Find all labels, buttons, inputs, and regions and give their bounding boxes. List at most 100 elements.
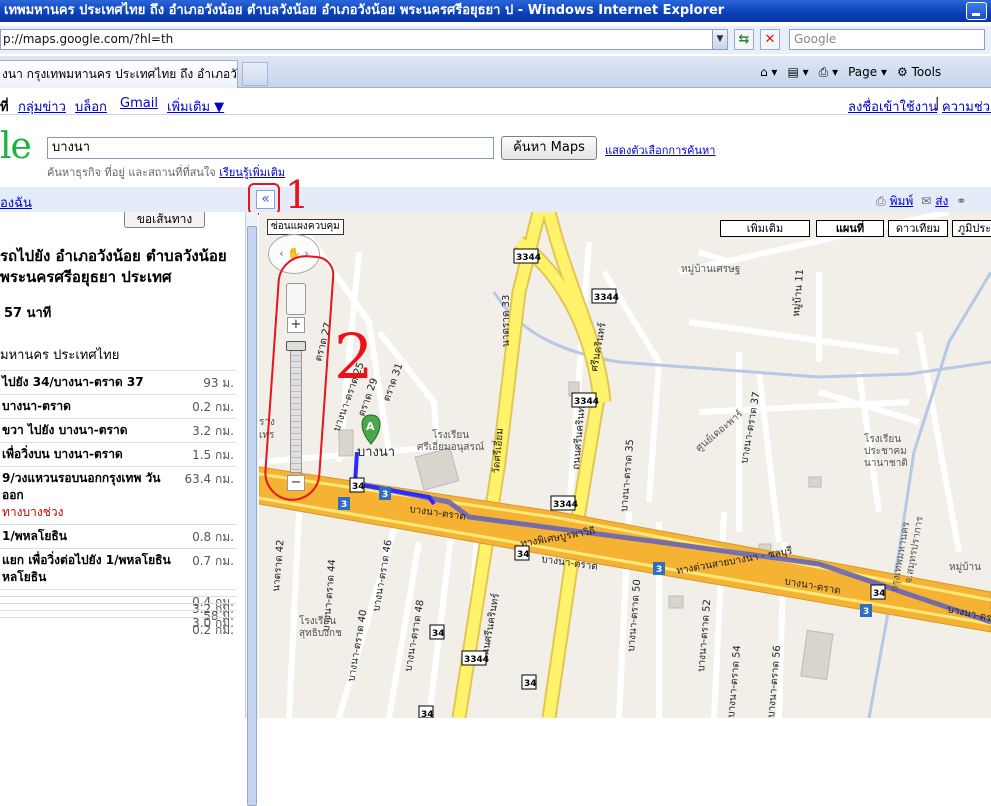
gbar-separator: [0, 114, 991, 115]
step-row[interactable]: แยก เพื่อวิ่งต่อไปยัง 1/พหลโยธิน หลโยธิน…: [0, 548, 236, 589]
place-bangna: บางนา: [357, 445, 395, 460]
refresh-icon[interactable]: ⇆: [734, 29, 754, 50]
soi46-label: บางนา-ตราด 46: [371, 539, 394, 613]
svg-text:34: 34: [524, 679, 537, 689]
directions-panel: ขอเส้นทาง รถไปยัง อำเภอวังน้อย ตำบลวังน้…: [0, 212, 245, 718]
school2-label: โรงเรียน: [864, 432, 901, 445]
soi52-label: บางนา-ตราด 52: [696, 599, 713, 672]
annotation-number-1: 1: [285, 173, 310, 217]
soi35-label: บางนา-ตราด 35: [619, 439, 636, 512]
map-tools: ⎙ พิมพ์ ✉ ส่ง ⚭: [876, 192, 970, 211]
email-icon[interactable]: ✉: [921, 194, 931, 208]
step-row[interactable]: 0.4 กม.: [0, 589, 236, 609]
page-menu[interactable]: Page ▾: [848, 65, 887, 79]
svg-text:3344: 3344: [553, 500, 578, 510]
map-svg: A บางนา โรงเรียน ศรีเอี่ยมอนุสรณ์ โรงเรี…: [259, 212, 991, 718]
step-row[interactable]: 3.0 กม.: [0, 610, 236, 630]
map-view-button[interactable]: แผนที่: [816, 220, 884, 237]
school2c-label: นานาชาติ: [864, 458, 908, 469]
step-row[interactable]: 9/วงแหวนรอบนอกกรุงเทพ วันออก ทางบางช่วง 63…: [0, 466, 236, 524]
google-logo[interactable]: le: [0, 126, 32, 167]
print-icon[interactable]: ⎙ ▾: [819, 65, 838, 80]
duration: 57 นาที: [4, 306, 52, 321]
minimize-button[interactable]: [966, 2, 987, 20]
browser-tab[interactable]: งนา กรุงเทพมหานคร ประเทศไทย ถึง อำเภอวัง…: [0, 60, 238, 88]
svg-text:3344: 3344: [516, 253, 541, 263]
my-maps-link[interactable]: องฉัน: [0, 192, 32, 213]
annotation-box-1: [248, 183, 280, 215]
shield-34: 34: [349, 477, 365, 493]
step-row[interactable]: 3.2 กม.: [0, 596, 236, 616]
step-dist: 0.7 กม.: [192, 554, 234, 568]
soi31-label: ตราด 31: [381, 362, 405, 403]
tools-label: Tools: [911, 65, 942, 79]
step-row[interactable]: 0.2 กม.: [0, 617, 236, 637]
directions-steps: ไปยัง 34/บางนา-ตราด 37 93 ม. บางนา-ตราด 0.…: [0, 370, 236, 637]
terrain-view-button[interactable]: ภูมิประ: [952, 220, 991, 237]
gbar-gmail[interactable]: Gmail: [120, 96, 158, 111]
home-icon[interactable]: ⌂ ▾: [760, 65, 777, 79]
step-row[interactable]: บางนา-ตราด 0.2 กม.: [0, 394, 236, 418]
collapse-tooltip: ซ่อนแผงควบคุม: [267, 219, 344, 235]
soi40-label: บางนา-ตราด 40: [346, 609, 369, 683]
tab-row: งนา กรุงเทพมหานคร ประเทศไทย ถึง อำเภอวัง…: [0, 56, 991, 88]
page-label: Page: [848, 65, 878, 79]
soi33-label: นาตราด 33: [501, 295, 512, 347]
village2-label: หมู่บ้าน: [949, 561, 981, 573]
shield-3344: 3344: [591, 288, 619, 304]
url-input[interactable]: p://maps.google.com/?hl=th: [0, 29, 728, 50]
url-dropdown-icon[interactable]: ▼: [712, 30, 727, 49]
search-options-link[interactable]: แสดงตัวเลือกการค้นหา: [605, 141, 715, 159]
svg-text:34: 34: [873, 589, 886, 599]
window-titlebar: เทพมหานคร ประเทศไทย ถึง อำเภอวังน้อย ตำบ…: [0, 0, 991, 22]
new-tab-button[interactable]: [242, 62, 268, 86]
step-row[interactable]: 1/พหลโยธิน 0.8 กม.: [0, 524, 236, 548]
step-row[interactable]: 58 ม.: [0, 603, 236, 623]
step-row[interactable]: เพื่อวิ่งบน บางนา-ตราด 1.5 กม.: [0, 442, 236, 466]
maps-search-input[interactable]: บางนา: [47, 137, 494, 159]
print-link[interactable]: พิมพ์: [890, 194, 914, 208]
tools-menu[interactable]: ⚙ Tools: [897, 65, 941, 79]
route-shields: 3344 3344 3344 3344 3344 34 34 34 34 34 …: [338, 248, 886, 718]
address-bar: p://maps.google.com/?hl=th ▼ ⇆ ✕ Google: [0, 26, 991, 54]
step-row[interactable]: ไปยัง 34/บางนา-ตราด 37 93 ม.: [0, 370, 236, 394]
shield-3344: 3344: [461, 650, 489, 666]
marker-label: A: [366, 420, 375, 433]
school1b-label: ศรีเอี่ยมอนุสรณ์: [417, 439, 484, 453]
panel-scrollbar[interactable]: [245, 212, 258, 806]
svg-text:3: 3: [382, 490, 388, 500]
step-dist: 0.2 กม.: [192, 400, 234, 414]
svg-text:3344: 3344: [464, 655, 489, 665]
shield-34: 34: [514, 545, 530, 561]
stop-icon[interactable]: ✕: [760, 29, 780, 50]
directions-title: รถไปยัง อำเภอวังน้อย ตำบลวังน้อย พระนครศ…: [0, 247, 227, 286]
soi11-label: หมู่บ้าน 11: [790, 269, 806, 318]
svg-text:3: 3: [656, 565, 662, 575]
more-button[interactable]: เพิ่มเติม: [720, 220, 810, 237]
search-maps-button[interactable]: ค้นหา Maps: [501, 136, 597, 160]
search-box[interactable]: Google: [789, 29, 985, 50]
svg-text:3344: 3344: [574, 397, 599, 407]
feeds-icon[interactable]: ▤ ▾: [787, 65, 808, 79]
satellite-view-button[interactable]: ดาวเทียม: [888, 220, 948, 237]
svg-text:34: 34: [352, 482, 365, 492]
map-canvas[interactable]: A บางนา โรงเรียน ศรีเอี่ยมอนุสรณ์ โรงเรี…: [259, 212, 991, 718]
shield-3: 3: [860, 604, 872, 617]
learn-more-link[interactable]: เรียนรู้เพิ่มเติม: [219, 166, 285, 179]
step-text: แยก เพื่อวิ่งต่อไปยัง 1/พหลโยธิน หลโยธิน: [2, 553, 171, 584]
step-row[interactable]: ขวา ไปยัง บางนา-ตราด 3.2 กม.: [0, 418, 236, 442]
print-icon[interactable]: ⎙: [876, 194, 886, 208]
link-icon[interactable]: ⚭: [956, 194, 966, 208]
shield-3: 3: [379, 487, 391, 500]
shield-3344: 3344: [571, 392, 599, 408]
get-directions-button[interactable]: ขอเส้นทาง: [124, 212, 205, 228]
send-link[interactable]: ส่ง: [935, 194, 948, 208]
shield-34: 34: [429, 624, 445, 640]
step-text: บางนา-ตราด: [2, 399, 71, 413]
scrollbar-thumb[interactable]: [247, 226, 257, 806]
soi37-label: บางนา-ตราด 37: [739, 391, 762, 465]
step-text: ขวา ไปยัง บางนา-ตราด: [2, 423, 128, 437]
shield-3: 3: [338, 497, 350, 510]
from-address: มหานคร ประเทศไทย: [0, 348, 120, 363]
logo-text: le: [0, 126, 32, 167]
